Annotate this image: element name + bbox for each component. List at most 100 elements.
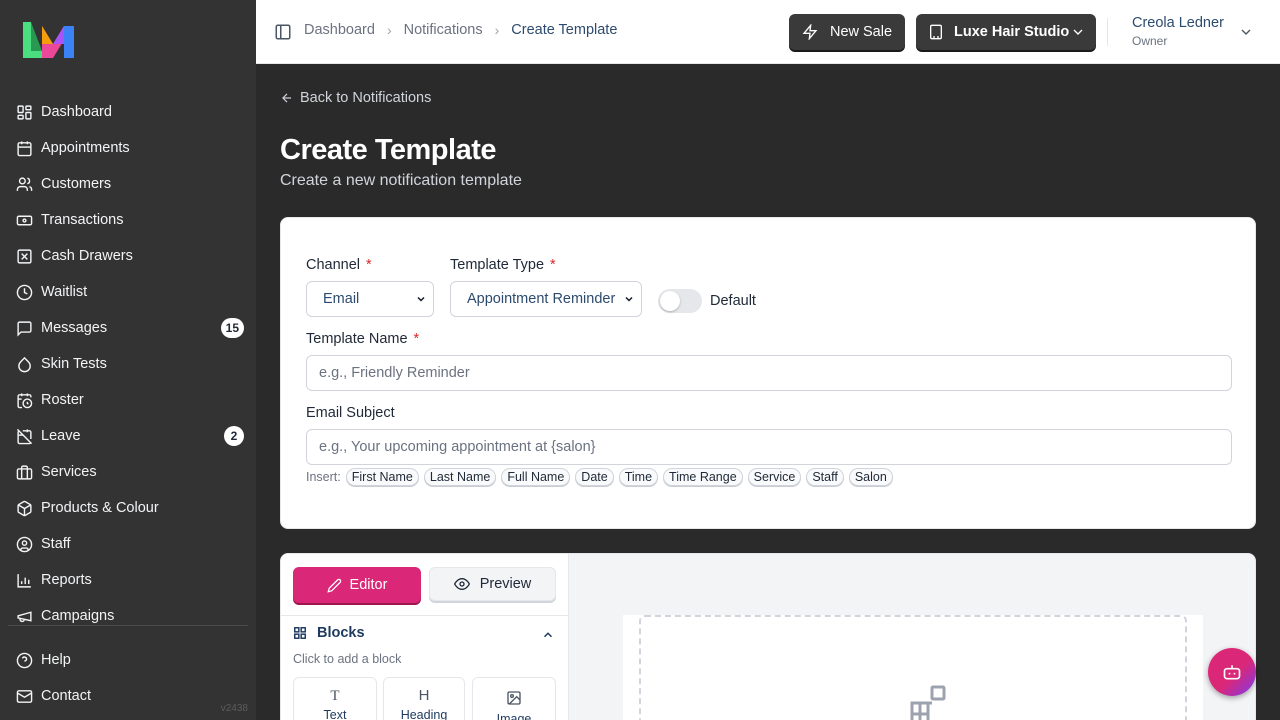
template-name-label-text: Template Name [306, 331, 408, 347]
message-icon [17, 320, 32, 337]
sidebar-toggle-icon[interactable] [274, 23, 292, 41]
blocks-header[interactable]: Blocks [293, 625, 365, 641]
package-icon [17, 500, 32, 516]
breadcrumb-notifications[interactable]: Notifications [404, 22, 483, 38]
back-link-label: Back to Notifications [300, 90, 432, 106]
sidebar-item-customers[interactable]: Customers [8, 166, 248, 202]
user-circle-icon [16, 536, 33, 552]
messages-badge: 15 [220, 318, 244, 338]
chevron-down-icon [1073, 29, 1083, 35]
users-icon [16, 176, 33, 191]
sidebar-item-label: Products & Colour [41, 500, 159, 516]
calendar-icon [17, 140, 32, 156]
new-sale-button[interactable]: New Sale [789, 14, 905, 50]
user-role: Owner [1132, 34, 1168, 48]
blocks-icon [294, 627, 306, 639]
add-text-block-button[interactable]: T Text [293, 677, 377, 720]
breadcrumb-dashboard[interactable]: Dashboard [304, 22, 375, 38]
add-heading-block-button[interactable]: H Heading [383, 677, 465, 720]
assistant-fab-button[interactable] [1208, 648, 1256, 696]
required-mark: * [550, 257, 556, 273]
sidebar-item-waitlist[interactable]: Waitlist [8, 274, 248, 310]
image-icon [507, 691, 521, 705]
cash-drawer-icon [17, 248, 32, 264]
sidebar-item-reports[interactable]: Reports [8, 562, 248, 598]
dashboard-icon [17, 104, 32, 120]
template-name-input[interactable] [306, 355, 1232, 391]
block-label: Image [496, 712, 532, 720]
sidebar-item-campaigns[interactable]: Campaigns [8, 598, 248, 634]
insert-chip-first-name[interactable]: First Name [345, 468, 419, 486]
preview-tab-button[interactable]: Preview [429, 567, 556, 601]
sidebar-item-transactions[interactable]: Transactions [8, 202, 248, 238]
block-dropzone[interactable] [639, 615, 1187, 720]
chevron-up-icon[interactable] [541, 628, 555, 642]
sidebar-item-messages[interactable]: Messages 15 [8, 310, 248, 346]
logo[interactable] [20, 20, 76, 60]
sidebar-item-cash-drawers[interactable]: Cash Drawers [8, 238, 248, 274]
user-menu[interactable]: Creola Ledner Owner [1132, 15, 1224, 48]
channel-select[interactable]: Email [306, 281, 434, 317]
add-image-block-button[interactable]: Image [472, 677, 556, 720]
sidebar-item-help[interactable]: Help [8, 642, 248, 678]
bar-chart-icon [17, 573, 31, 588]
default-label: Default [710, 293, 756, 309]
template-type-label: Template Type * [450, 257, 556, 273]
salon-selector[interactable]: Luxe Hair Studio [916, 14, 1096, 50]
bot-icon [1223, 665, 1241, 680]
chevron-down-icon[interactable] [1238, 24, 1254, 40]
sidebar-item-products[interactable]: Products & Colour [8, 490, 248, 526]
sidebar-item-label: Staff [41, 536, 71, 552]
insert-chip-staff[interactable]: Staff [806, 468, 844, 486]
sidebar-item-label: Waitlist [41, 284, 88, 300]
insert-chip-date[interactable]: Date [575, 468, 614, 486]
sidebar-item-skin-tests[interactable]: Skin Tests [8, 346, 248, 382]
sidebar-item-services[interactable]: Services [8, 454, 248, 490]
default-toggle[interactable] [658, 289, 702, 313]
sidebar-item-appointments[interactable]: Appointments [8, 130, 248, 166]
insert-chip-time[interactable]: Time [618, 468, 659, 486]
breadcrumb-current: Create Template [511, 22, 618, 38]
block-label: Text [323, 708, 347, 720]
sidebar-item-staff[interactable]: Staff [8, 526, 248, 562]
email-subject-label: Email Subject [306, 405, 395, 421]
blocks-hint: Click to add a block [293, 652, 402, 666]
required-mark: * [366, 257, 372, 273]
channel-label-text: Channel [306, 257, 361, 273]
sidebar-item-leave[interactable]: Leave 2 [8, 418, 248, 454]
insert-chip-full-name[interactable]: Full Name [501, 468, 571, 486]
sidebar-item-label: Reports [41, 572, 92, 588]
preview-tab-label: Preview [479, 576, 532, 592]
insert-chip-salon[interactable]: Salon [848, 468, 893, 486]
chevron-down-icon [415, 293, 427, 305]
sidebar-divider [8, 625, 248, 626]
back-link[interactable]: Back to Notifications [280, 90, 431, 106]
editor-panel: Editor Preview Blocks Click to add a blo… [281, 554, 569, 720]
chevron-right-icon: › [386, 22, 392, 38]
page-title: Create Template [280, 134, 497, 166]
insert-chip-last-name[interactable]: Last Name [423, 468, 497, 486]
channel-label: Channel * [306, 257, 372, 273]
help-icon [16, 652, 33, 668]
template-type-select[interactable]: Appointment Reminder [450, 281, 642, 317]
mail-icon [16, 689, 33, 703]
sidebar-item-roster[interactable]: Roster [8, 382, 248, 418]
sidebar-item-label: Dashboard [41, 104, 112, 120]
sidebar-item-label: Skin Tests [41, 356, 107, 372]
email-canvas [623, 615, 1203, 720]
sidebar-item-label: Appointments [41, 140, 130, 156]
channel-value: Email [323, 291, 360, 307]
editor-tab-button[interactable]: Editor [293, 567, 421, 603]
new-sale-label: New Sale [829, 24, 893, 40]
sidebar-item-contact[interactable]: Contact [8, 678, 248, 714]
text-icon: T [330, 688, 340, 704]
sidebar-item-label: Leave [41, 428, 81, 444]
sidebar-nav: Dashboard Appointments Customers Transac… [8, 94, 248, 634]
email-subject-input[interactable] [306, 429, 1232, 465]
insert-chip-service[interactable]: Service [747, 468, 802, 486]
sidebar: Dashboard Appointments Customers Transac… [0, 0, 256, 720]
top-bar: Dashboard › Notifications › Create Templ… [256, 0, 1280, 64]
insert-chip-time-range[interactable]: Time Range [663, 468, 743, 486]
breadcrumb: Dashboard › Notifications › Create Templ… [304, 22, 617, 38]
sidebar-item-dashboard[interactable]: Dashboard [8, 94, 248, 130]
